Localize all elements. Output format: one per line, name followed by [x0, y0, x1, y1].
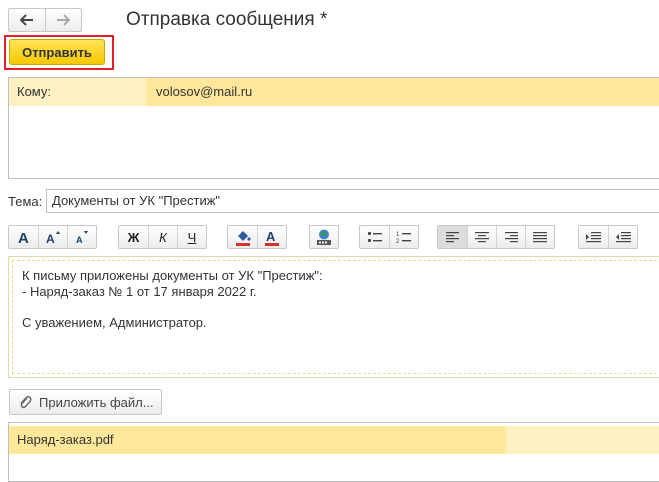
- recipients-table[interactable]: Кому: volosov@mail.ru: [8, 77, 659, 179]
- recipient-email[interactable]: volosov@mail.ru: [147, 78, 659, 106]
- underline-button[interactable]: Ч: [177, 226, 206, 248]
- indent-decrease-icon: [615, 232, 631, 243]
- text-color-button[interactable]: A: [257, 226, 286, 248]
- bold-button[interactable]: Ж: [119, 226, 148, 248]
- align-justify-button[interactable]: [525, 226, 554, 248]
- align-center-button[interactable]: [467, 226, 496, 248]
- message-line-1: К письму приложены документы от УК "Прес…: [22, 268, 323, 283]
- list-group: 12: [359, 225, 419, 249]
- recipient-row[interactable]: Кому: volosov@mail.ru: [9, 78, 659, 106]
- fill-color-button[interactable]: [228, 226, 257, 248]
- align-right-button[interactable]: [496, 226, 525, 248]
- indent-increase-button[interactable]: [579, 226, 608, 248]
- bullet-list-icon: [367, 231, 382, 243]
- page-title: Отправка сообщения *: [126, 9, 328, 30]
- attach-file-label: Приложить файл...: [39, 394, 154, 410]
- bullet-list-button[interactable]: [360, 226, 389, 248]
- arrow-right-icon: [57, 14, 71, 26]
- underline-icon: Ч: [187, 229, 197, 245]
- font-size-icon: A: [18, 230, 29, 244]
- image-group: [309, 225, 339, 249]
- svg-text:1: 1: [396, 232, 400, 238]
- text-style-group: Ж К Ч: [118, 225, 207, 249]
- attachment-item[interactable]: Наряд-заказ.pdf: [9, 426, 506, 454]
- forward-button[interactable]: [44, 9, 82, 31]
- text-color-icon: A: [265, 229, 279, 246]
- decrease-font-icon: A: [76, 231, 88, 244]
- italic-button[interactable]: К: [148, 226, 177, 248]
- nav-buttons: [8, 8, 82, 32]
- message-body-editor[interactable]: К письму приложены документы от УК "Прес…: [8, 256, 659, 378]
- font-size-group: A A A: [8, 225, 97, 249]
- increase-font-button[interactable]: A: [38, 226, 67, 248]
- increase-font-icon: A: [46, 231, 60, 244]
- font-size-button[interactable]: A: [9, 226, 38, 248]
- attachment-item-rest: [506, 426, 659, 454]
- send-button[interactable]: Отправить: [9, 39, 105, 65]
- align-left-icon: [445, 232, 459, 243]
- color-group: A: [227, 225, 287, 249]
- align-right-icon: [505, 232, 518, 243]
- svg-text:A: A: [76, 235, 83, 244]
- svg-text:A: A: [18, 230, 29, 244]
- svg-text:A: A: [266, 229, 276, 244]
- decrease-font-button[interactable]: A: [67, 226, 96, 248]
- indent-increase-icon: [586, 232, 601, 243]
- italic-icon: К: [159, 229, 167, 245]
- indent-group: [578, 225, 638, 249]
- recipient-label: Кому:: [9, 78, 147, 106]
- svg-text:2: 2: [396, 239, 400, 244]
- align-justify-icon: [533, 232, 547, 243]
- message-line-4: С уважением, Администратор.: [22, 315, 207, 330]
- numbered-list-button[interactable]: 12: [389, 226, 418, 248]
- attachments-list[interactable]: Наряд-заказ.pdf: [8, 422, 659, 482]
- indent-decrease-button[interactable]: [608, 226, 637, 248]
- align-center-icon: [475, 232, 489, 243]
- message-line-2: - Наряд-заказ № 1 от 17 января 2022 г.: [22, 284, 257, 299]
- arrow-left-icon: [19, 14, 33, 26]
- subject-label: Тема:: [8, 194, 43, 209]
- attach-file-button[interactable]: Приложить файл...: [9, 389, 162, 415]
- insert-image-button[interactable]: [310, 226, 338, 248]
- message-body-area[interactable]: К письму приложены документы от УК "Прес…: [12, 260, 659, 374]
- bold-icon: Ж: [127, 229, 140, 245]
- back-button[interactable]: [9, 9, 45, 31]
- align-left-button[interactable]: [438, 226, 467, 248]
- numbered-list-icon: 12: [396, 232, 411, 244]
- fill-color-icon: [235, 231, 251, 246]
- insert-image-icon: [317, 229, 331, 245]
- subject-input[interactable]: Документы от УК "Престиж": [46, 189, 659, 213]
- svg-text:A: A: [46, 232, 55, 244]
- paperclip-icon: [20, 395, 32, 409]
- align-group: [437, 225, 555, 249]
